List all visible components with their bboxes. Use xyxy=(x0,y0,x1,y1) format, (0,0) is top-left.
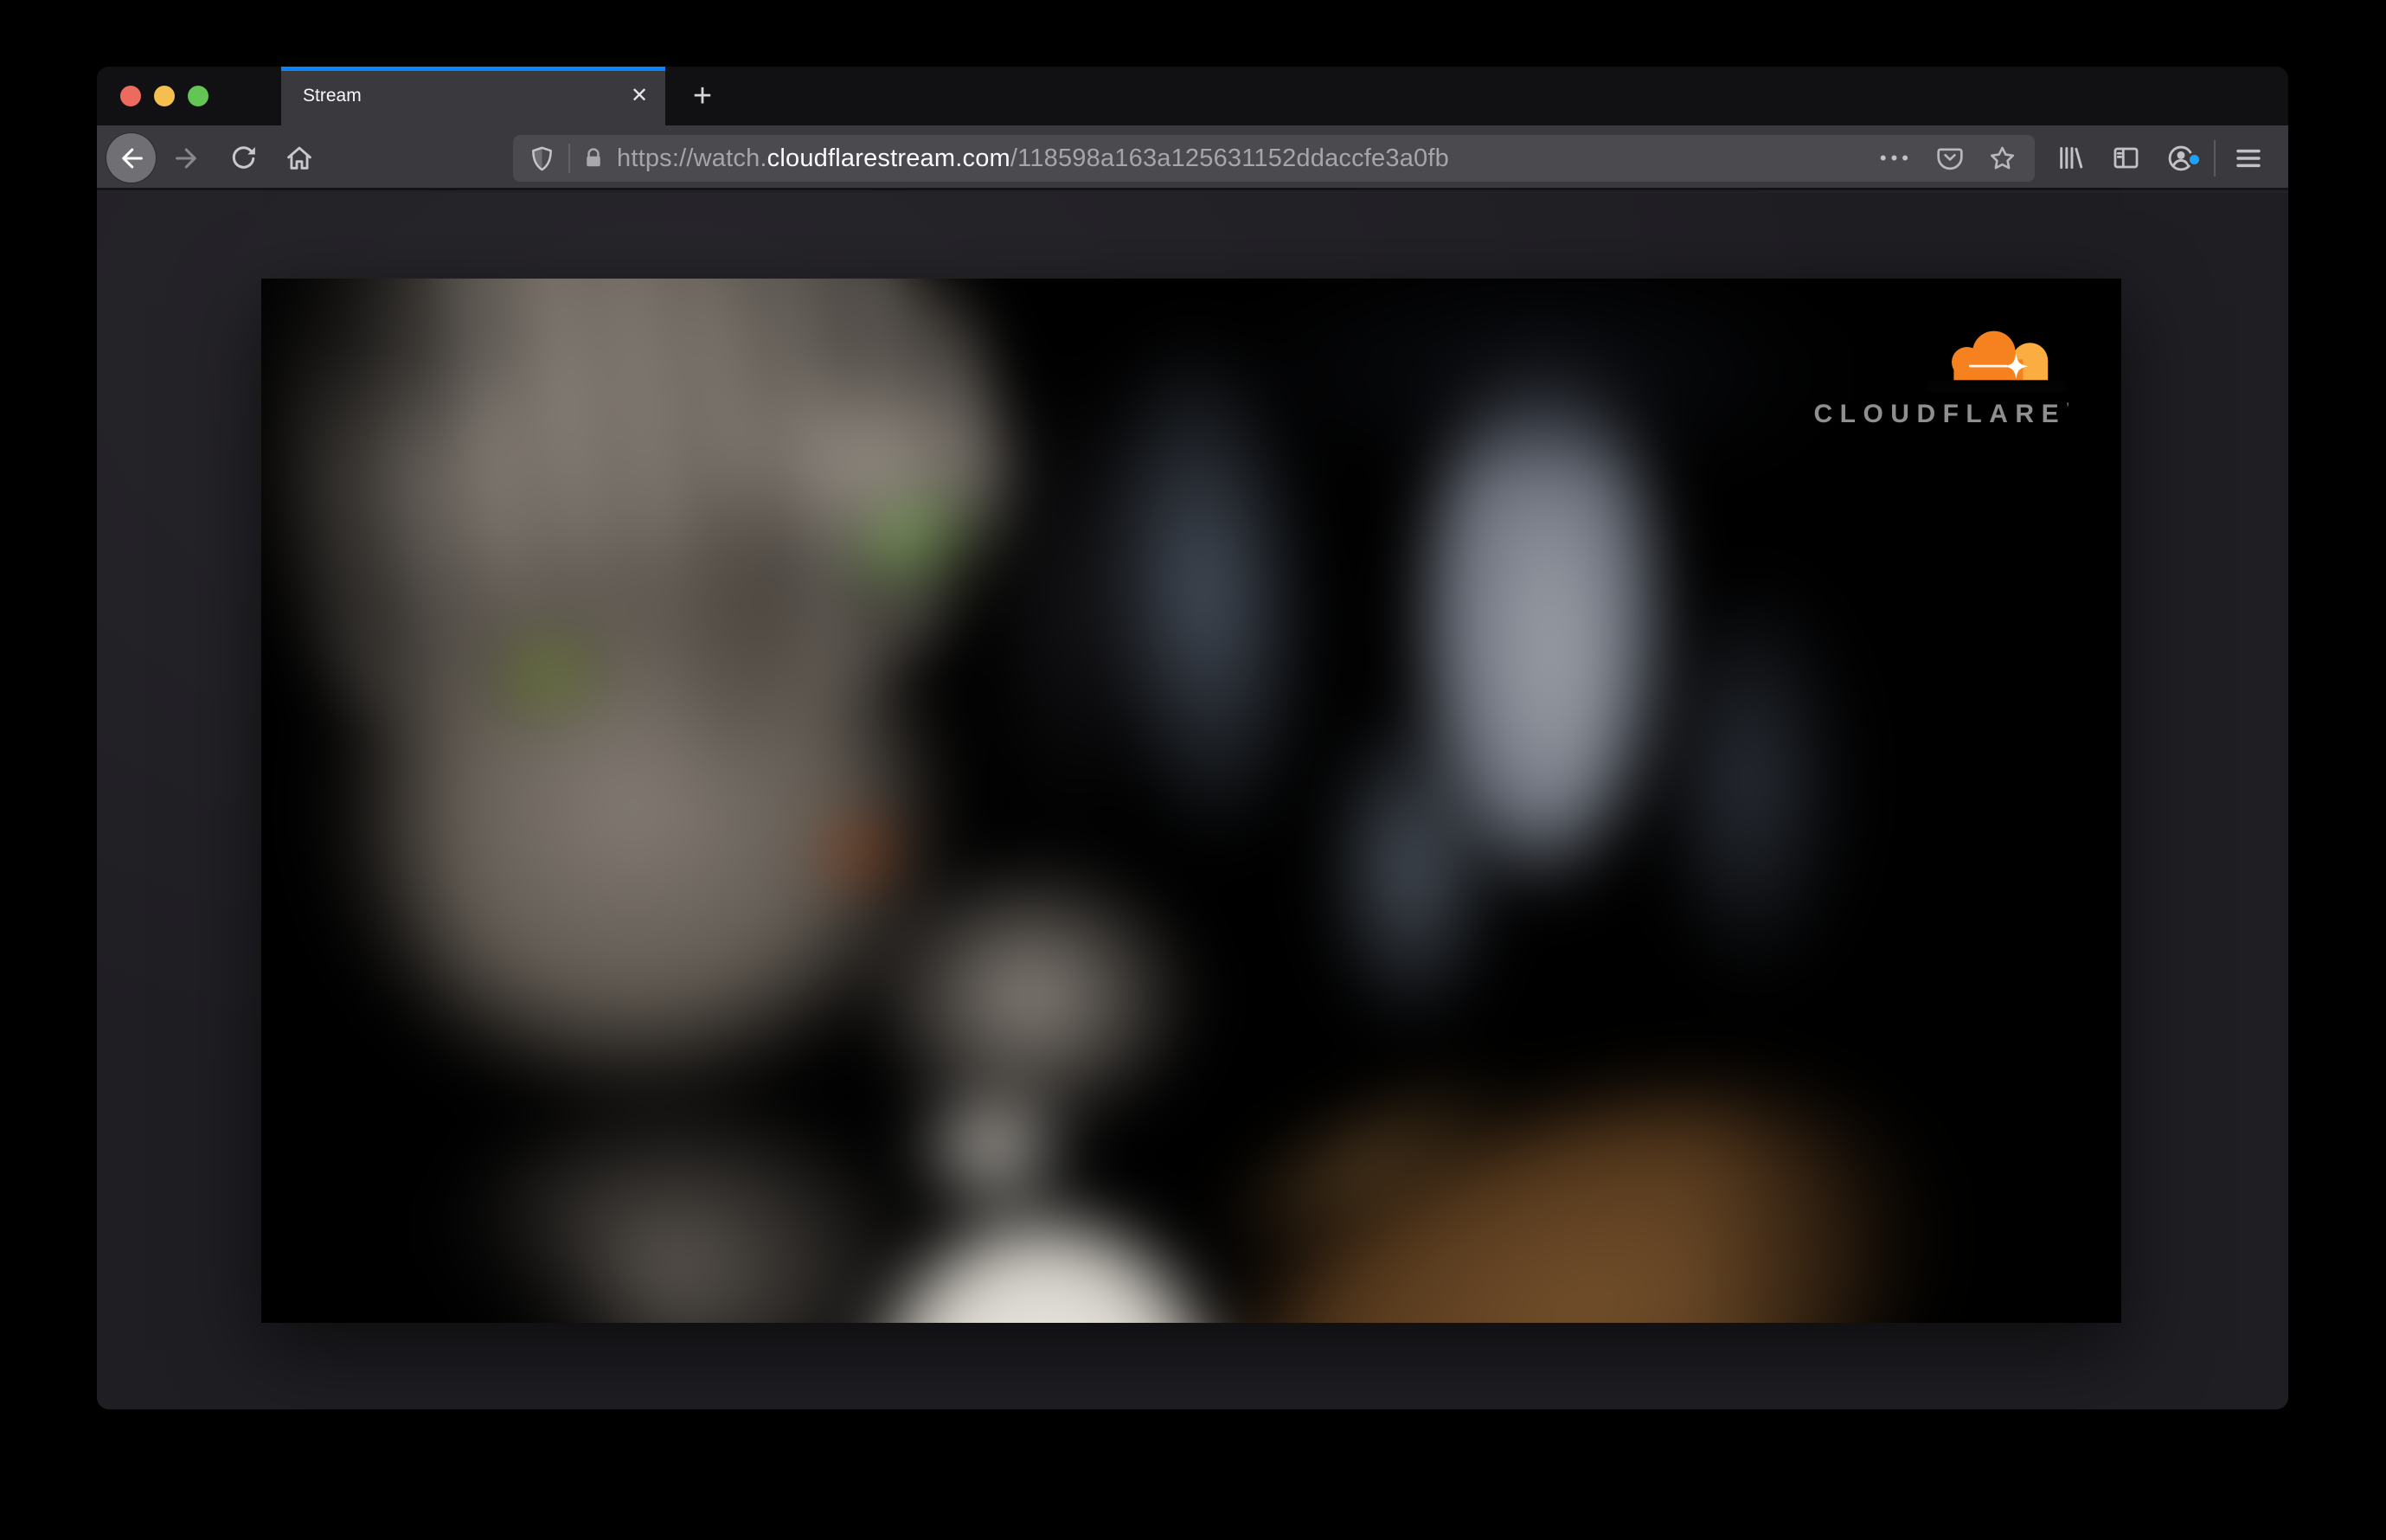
video-art-blob xyxy=(1291,642,1533,1092)
home-button[interactable] xyxy=(276,125,323,190)
video-art-blob xyxy=(1697,279,2121,1323)
cloudflare-logo: CLOUDFLARE’ xyxy=(1796,324,2069,429)
page-content: CLOUDFLARE’ xyxy=(97,193,2288,1409)
window-controls xyxy=(120,86,208,106)
url-scheme: https://watch. xyxy=(617,144,767,172)
traffic-zoom-icon[interactable] xyxy=(188,86,208,106)
url-bar-divider xyxy=(568,144,570,173)
browser-window: Stream ✕ + https://watch.cloudflarestrea… xyxy=(97,67,2288,1409)
traffic-close-icon[interactable] xyxy=(120,86,141,106)
toolbar-divider xyxy=(2214,139,2216,176)
menu-button[interactable] xyxy=(2221,143,2276,174)
video-art-blob xyxy=(261,279,469,1323)
reload-button[interactable] xyxy=(220,125,266,190)
active-tab-indicator xyxy=(281,67,665,71)
desktop-background: Stream ✕ + https://watch.cloudflarestrea… xyxy=(0,0,2386,1540)
account-button[interactable] xyxy=(2153,143,2209,174)
url-path: /118598a163a125631152ddaccfe3a0fb xyxy=(1010,144,1449,172)
url-text[interactable]: https://watch.cloudflarestream.com/11859… xyxy=(617,144,1880,173)
tab-title: Stream xyxy=(303,86,362,106)
toolbar-right-tools xyxy=(2043,125,2288,190)
video-player[interactable]: CLOUDFLARE’ xyxy=(261,279,2121,1323)
trademark-mark: ’ xyxy=(2066,400,2069,414)
pocket-icon[interactable] xyxy=(1935,144,1965,173)
home-icon xyxy=(287,146,311,170)
sidebar-icon xyxy=(2113,147,2138,169)
tracking-protection-icon[interactable] xyxy=(528,144,556,173)
lock-icon[interactable] xyxy=(580,145,606,171)
page-actions-icon[interactable]: ••• xyxy=(1880,147,1913,170)
new-tab-button[interactable]: + xyxy=(678,67,727,125)
forward-icon xyxy=(176,148,196,168)
library-icon xyxy=(2059,146,2082,170)
tab-stream[interactable]: Stream ✕ xyxy=(281,67,665,125)
video-frame-art xyxy=(261,279,2121,1323)
traffic-minimize-icon[interactable] xyxy=(154,86,175,106)
url-bar[interactable]: https://watch.cloudflarestream.com/11859… xyxy=(513,135,2035,182)
bookmark-star-icon[interactable] xyxy=(1987,144,2017,174)
library-button[interactable] xyxy=(2043,143,2098,173)
forward-button[interactable] xyxy=(164,125,210,190)
back-icon xyxy=(121,148,143,168)
tab-close-button[interactable]: ✕ xyxy=(620,77,658,115)
reload-icon xyxy=(232,146,255,169)
account-notification-dot xyxy=(2187,151,2202,167)
url-bar-actions: ••• xyxy=(1880,144,2017,174)
sidebars-button[interactable] xyxy=(2098,143,2153,173)
cat-nose xyxy=(807,810,913,893)
video-art-canvas xyxy=(261,279,2121,1323)
cloudflare-cloud-icon xyxy=(1927,330,2066,392)
url-domain: cloudflarestream.com xyxy=(766,144,1010,172)
back-button[interactable] xyxy=(106,133,156,183)
tab-bar: Stream ✕ + xyxy=(97,67,2288,125)
cloudflare-wordmark: CLOUDFLARE’ xyxy=(1813,400,2069,428)
menu-icon xyxy=(2236,149,2261,167)
